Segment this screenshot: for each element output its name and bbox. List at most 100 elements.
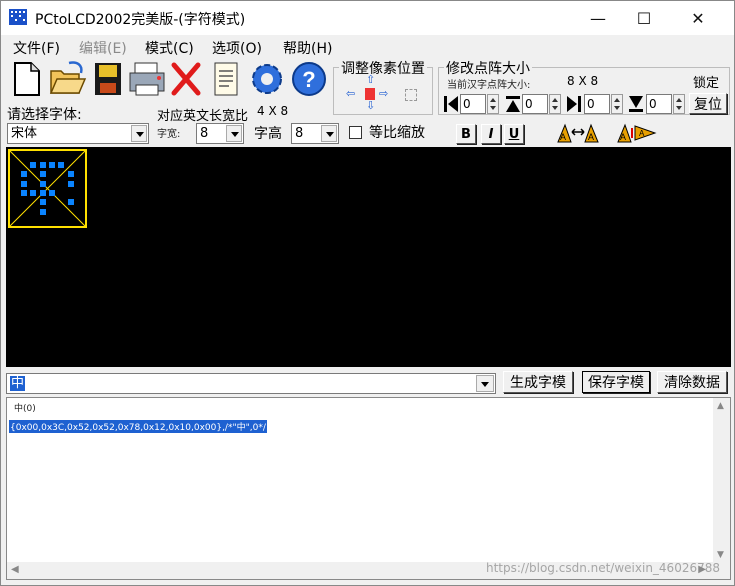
glyph-pixel[interactable] xyxy=(39,208,46,215)
watermark-text: https://blog.csdn.net/weixin_46026788 xyxy=(485,561,720,575)
vertical-scrollbar[interactable]: ▲ ▼ xyxy=(713,398,730,563)
open-folder-icon[interactable] xyxy=(47,59,87,99)
arrow-down-icon[interactable]: ⇩ xyxy=(366,100,376,111)
svg-text:?: ? xyxy=(302,67,315,92)
glyph-pixel[interactable] xyxy=(20,180,27,187)
menu-options[interactable]: 选项(O) xyxy=(212,38,262,58)
arrow-right-icon[interactable]: ⇨ xyxy=(379,88,391,99)
menu-help[interactable]: 帮助(H) xyxy=(283,38,332,58)
glyph-pixel[interactable] xyxy=(67,199,74,206)
clear-data-button[interactable]: 清除数据 xyxy=(657,371,727,393)
save-disk-icon[interactable] xyxy=(91,59,127,99)
window-title: PCtoLCD2002完美版-(字符模式) xyxy=(35,12,246,28)
left-spinner-value[interactable]: 0 xyxy=(460,94,486,114)
menu-mode[interactable]: 模式(C) xyxy=(145,38,194,58)
italic-button[interactable]: I xyxy=(481,124,501,144)
current-lattice-value: 8 X 8 xyxy=(567,74,599,88)
app-window: PCtoLCD2002完美版-(字符模式) — ☐ ✕ 文件(F) 编辑(E) … xyxy=(0,0,735,586)
help-icon[interactable]: ? xyxy=(289,59,326,99)
settings-gear-icon[interactable] xyxy=(247,59,283,99)
output-data-line[interactable]: {0x00,0x3C,0x52,0x52,0x78,0x12,0x10,0x00… xyxy=(9,420,267,433)
scroll-down-icon[interactable]: ▼ xyxy=(717,550,724,560)
dotted-box-icon[interactable] xyxy=(405,89,417,101)
char-width-value: 8 xyxy=(200,126,209,141)
rotate-icon[interactable]: A A xyxy=(615,122,661,144)
glyph-pixel[interactable] xyxy=(20,190,27,196)
right-spinner-value[interactable]: 0 xyxy=(584,94,610,114)
generate-button[interactable]: 生成字模 xyxy=(503,371,573,393)
close-button[interactable]: ✕ xyxy=(675,1,721,35)
glyph-pixel[interactable] xyxy=(39,161,46,168)
reset-button[interactable]: 复位 xyxy=(689,93,727,114)
char-input-dropdown-icon[interactable] xyxy=(476,375,494,392)
minimize-button[interactable]: — xyxy=(575,1,621,35)
glyph-canvas[interactable] xyxy=(6,147,731,367)
bottom-spinner-buttons[interactable] xyxy=(673,94,685,114)
new-file-icon[interactable] xyxy=(9,59,45,99)
glyph-pixel[interactable] xyxy=(67,180,74,187)
scroll-left-icon[interactable]: ◀ xyxy=(11,564,19,575)
glyph-pixel[interactable] xyxy=(67,171,74,178)
glyph-pixel[interactable] xyxy=(58,161,65,168)
bottom-bound-icon xyxy=(627,94,645,114)
menu-file[interactable]: 文件(F) xyxy=(13,38,60,58)
svg-text:A: A xyxy=(620,132,626,142)
char-width-dropdown-icon[interactable] xyxy=(226,125,242,142)
arrow-up-icon[interactable]: ⇧ xyxy=(366,74,376,85)
pixel-arrows: ⇧ ⇦ ⇨ ⇩ xyxy=(341,74,431,113)
english-ratio-value: 4 X 8 xyxy=(257,104,289,118)
scroll-up-icon[interactable]: ▲ xyxy=(717,401,724,411)
output-comment-line[interactable]: 中(0) xyxy=(14,401,36,414)
top-spinner-buttons[interactable] xyxy=(549,94,561,114)
mirror-horizontal-icon[interactable]: A A xyxy=(555,122,601,144)
underline-button[interactable]: U xyxy=(504,124,524,144)
char-height-select[interactable]: 8 xyxy=(291,123,339,144)
char-height-dropdown-icon[interactable] xyxy=(321,125,337,142)
right-spinner-buttons[interactable] xyxy=(611,94,623,114)
glyph-pixel[interactable] xyxy=(20,171,27,178)
right-bound-icon xyxy=(565,94,583,114)
left-bound-icon xyxy=(442,94,460,114)
output-textarea[interactable]: 中(0) {0x00,0x3C,0x52,0x52,0x78,0x12,0x10… xyxy=(6,397,731,580)
font-select[interactable]: 宋体 xyxy=(7,123,149,144)
print-icon[interactable] xyxy=(127,59,165,99)
proportional-label: 等比缩放 xyxy=(369,125,425,141)
guide-lines xyxy=(10,151,85,226)
save-glyph-button[interactable]: 保存字模 xyxy=(582,371,650,393)
char-width-label: 字宽: xyxy=(157,129,181,140)
svg-text:A: A xyxy=(560,132,566,142)
font-dropdown-arrow-icon[interactable] xyxy=(131,125,147,142)
english-ratio-label: 对应英文长宽比 xyxy=(157,109,249,124)
font-name: 宋体 xyxy=(11,126,38,141)
top-spinner-value[interactable]: 0 xyxy=(522,94,548,114)
char-input-combo[interactable]: 中 xyxy=(6,373,496,394)
left-spinner-buttons[interactable] xyxy=(487,94,499,114)
notepad-icon[interactable] xyxy=(209,59,245,99)
glyph-pixel[interactable] xyxy=(39,171,46,178)
maximize-button[interactable]: ☐ xyxy=(621,1,667,35)
glyph-pixel[interactable] xyxy=(39,190,46,196)
menu-edit[interactable]: 编辑(E) xyxy=(79,38,127,58)
app-logo-icon xyxy=(9,9,27,25)
glyph-pixel[interactable] xyxy=(30,190,37,196)
title-bar[interactable]: PCtoLCD2002完美版-(字符模式) — ☐ ✕ xyxy=(1,1,734,35)
char-height-value: 8 xyxy=(295,126,304,141)
glyph-pixel[interactable] xyxy=(30,161,37,168)
glyph-pixel[interactable] xyxy=(49,190,55,196)
char-width-select[interactable]: 8 xyxy=(196,123,244,144)
glyph-pixel[interactable] xyxy=(49,161,55,168)
delete-x-icon[interactable] xyxy=(169,59,205,99)
bold-button[interactable]: B xyxy=(456,124,476,144)
glyph-grid[interactable] xyxy=(8,149,87,228)
lock-label[interactable]: 锁定 xyxy=(693,72,719,91)
top-bound-icon xyxy=(504,94,522,114)
svg-text:A: A xyxy=(639,129,645,138)
char-height-label: 字高 xyxy=(254,126,282,142)
glyph-pixel[interactable] xyxy=(39,199,46,206)
glyph-pixel[interactable] xyxy=(39,180,46,187)
proportional-checkbox[interactable] xyxy=(349,126,362,139)
bottom-spinner-value[interactable]: 0 xyxy=(646,94,672,114)
arrow-left-icon[interactable]: ⇦ xyxy=(346,88,358,99)
current-lattice-label: 当前汉字点阵大小: xyxy=(447,80,531,91)
char-input-text[interactable]: 中 xyxy=(10,376,26,391)
